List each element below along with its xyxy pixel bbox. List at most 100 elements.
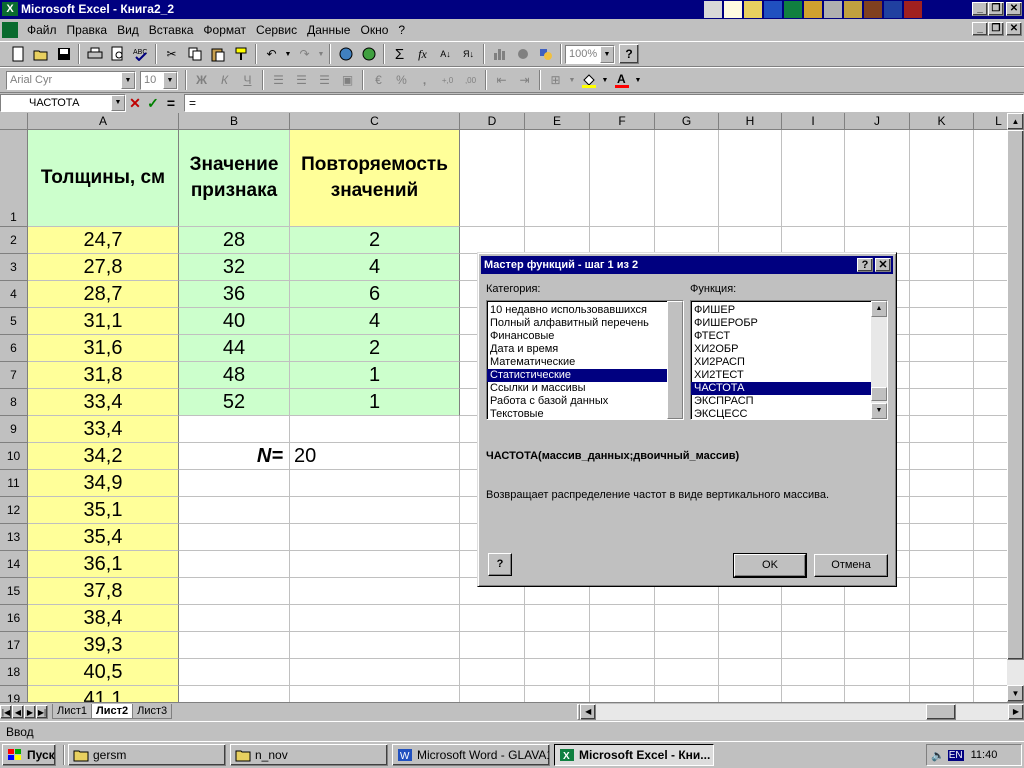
- ok-button[interactable]: OK: [733, 553, 807, 578]
- function-item[interactable]: ЭКСЦЕСС: [691, 408, 887, 419]
- vscroll-up-icon[interactable]: ▲: [1007, 113, 1024, 130]
- cell[interactable]: [782, 659, 845, 686]
- cell[interactable]: [655, 686, 719, 702]
- row-header[interactable]: 11: [0, 470, 28, 497]
- cell-a11[interactable]: 34,9: [28, 470, 179, 497]
- row-header[interactable]: 17: [0, 632, 28, 659]
- cell[interactable]: [655, 632, 719, 659]
- cell[interactable]: [290, 578, 460, 605]
- web-toolbar-icon[interactable]: [357, 43, 380, 65]
- cell[interactable]: [525, 130, 590, 227]
- category-item[interactable]: Работа с базой данных: [487, 395, 683, 408]
- next-sheet-icon[interactable]: ▶: [24, 704, 36, 719]
- cut-icon[interactable]: ✂: [160, 43, 183, 65]
- cell[interactable]: [290, 605, 460, 632]
- cell[interactable]: [782, 605, 845, 632]
- new-icon[interactable]: [6, 43, 29, 65]
- last-sheet-icon[interactable]: ▶|: [36, 704, 48, 719]
- cell-a3[interactable]: 27,8: [28, 254, 179, 281]
- cell[interactable]: [179, 605, 290, 632]
- cell-b7[interactable]: 48: [179, 362, 290, 389]
- function-item[interactable]: ХИ2РАСП: [691, 356, 887, 369]
- cell[interactable]: [719, 227, 782, 254]
- cell-a5[interactable]: 31,1: [28, 308, 179, 335]
- zoom-dropdown-icon[interactable]: ▼: [600, 45, 614, 63]
- vscroll-down-icon[interactable]: ▼: [1007, 685, 1024, 702]
- sheet-tab-active[interactable]: Лист2: [91, 704, 134, 719]
- enter-entry-icon[interactable]: ✓: [144, 95, 162, 112]
- font-size-combo[interactable]: 10 ▼: [140, 70, 178, 90]
- prev-sheet-icon[interactable]: ◀: [12, 704, 24, 719]
- cell-b5[interactable]: 40: [179, 308, 290, 335]
- cell[interactable]: [290, 524, 460, 551]
- column-header[interactable]: E: [525, 113, 590, 130]
- clock[interactable]: 11:40: [971, 749, 998, 761]
- cell-a19[interactable]: 41,1: [28, 686, 179, 702]
- align-right-icon[interactable]: ☰: [313, 69, 336, 91]
- cell[interactable]: [290, 470, 460, 497]
- cell[interactable]: [910, 551, 974, 578]
- font-size-dropdown-icon[interactable]: ▼: [163, 71, 177, 89]
- autosum-icon[interactable]: Σ: [388, 43, 411, 65]
- column-header[interactable]: D: [460, 113, 525, 130]
- scroll-up-icon[interactable]: ▲: [871, 301, 887, 317]
- cell-a8[interactable]: 33,4: [28, 389, 179, 416]
- category-item[interactable]: Математические: [487, 356, 683, 369]
- cell[interactable]: [290, 551, 460, 578]
- cell-a4[interactable]: 28,7: [28, 281, 179, 308]
- print-preview-icon[interactable]: [106, 43, 129, 65]
- column-header[interactable]: A: [28, 113, 179, 130]
- select-all-corner[interactable]: [0, 113, 28, 130]
- cell[interactable]: [290, 686, 460, 702]
- cell[interactable]: [460, 605, 525, 632]
- cell[interactable]: [525, 659, 590, 686]
- minimize-button[interactable]: _: [972, 2, 988, 16]
- cell[interactable]: [782, 130, 845, 227]
- sort-ascending-icon[interactable]: A↓: [434, 43, 457, 65]
- dialog-help-icon[interactable]: ?: [857, 258, 873, 272]
- doc-close-button[interactable]: ✕: [1006, 22, 1022, 36]
- cell[interactable]: [525, 686, 590, 702]
- column-header[interactable]: B: [179, 113, 290, 130]
- cell[interactable]: [525, 605, 590, 632]
- cell-a1[interactable]: Толщины, см: [28, 130, 179, 227]
- cell[interactable]: [845, 605, 910, 632]
- cell[interactable]: [910, 308, 974, 335]
- cell[interactable]: [590, 605, 655, 632]
- percent-icon[interactable]: %: [390, 69, 413, 91]
- cell[interactable]: [845, 130, 910, 227]
- close-button[interactable]: ✕: [1006, 2, 1022, 16]
- outlook-icon[interactable]: [824, 1, 842, 18]
- chart-wizard-icon[interactable]: [488, 43, 511, 65]
- cell[interactable]: [179, 497, 290, 524]
- name-box-dropdown-icon[interactable]: ▼: [111, 95, 125, 111]
- function-scroll-thumb[interactable]: [871, 387, 887, 401]
- cell[interactable]: [590, 659, 655, 686]
- speaker-icon[interactable]: 🔈: [931, 749, 945, 762]
- hyperlink-icon[interactable]: [334, 43, 357, 65]
- cell[interactable]: [290, 416, 460, 443]
- cell-a9[interactable]: 33,4: [28, 416, 179, 443]
- bookshelf-icon[interactable]: [884, 1, 902, 18]
- cell[interactable]: [525, 632, 590, 659]
- restore-button[interactable]: ❐: [988, 2, 1004, 16]
- cell[interactable]: [655, 605, 719, 632]
- start-button[interactable]: Пуск: [2, 744, 56, 766]
- cell-a18[interactable]: 40,5: [28, 659, 179, 686]
- cell-a12[interactable]: 35,1: [28, 497, 179, 524]
- column-header[interactable]: I: [782, 113, 845, 130]
- column-header[interactable]: G: [655, 113, 719, 130]
- cell[interactable]: [910, 227, 974, 254]
- office-assistant-button[interactable]: ?: [488, 553, 512, 576]
- name-box[interactable]: ЧАСТОТА ▼: [0, 94, 126, 112]
- menu-tools[interactable]: Сервис: [251, 21, 302, 39]
- fill-color-icon[interactable]: [577, 69, 600, 91]
- copy-icon[interactable]: [183, 43, 206, 65]
- dialog-close-icon[interactable]: ✕: [875, 258, 891, 272]
- category-item[interactable]: Дата и время: [487, 343, 683, 356]
- row-header[interactable]: 8: [0, 389, 28, 416]
- zoom-combo[interactable]: 100% ▼: [565, 44, 615, 64]
- row-header[interactable]: 15: [0, 578, 28, 605]
- taskbar-item-excel[interactable]: X Microsoft Excel - Кни...: [554, 744, 714, 766]
- cell-c8[interactable]: 1: [290, 389, 460, 416]
